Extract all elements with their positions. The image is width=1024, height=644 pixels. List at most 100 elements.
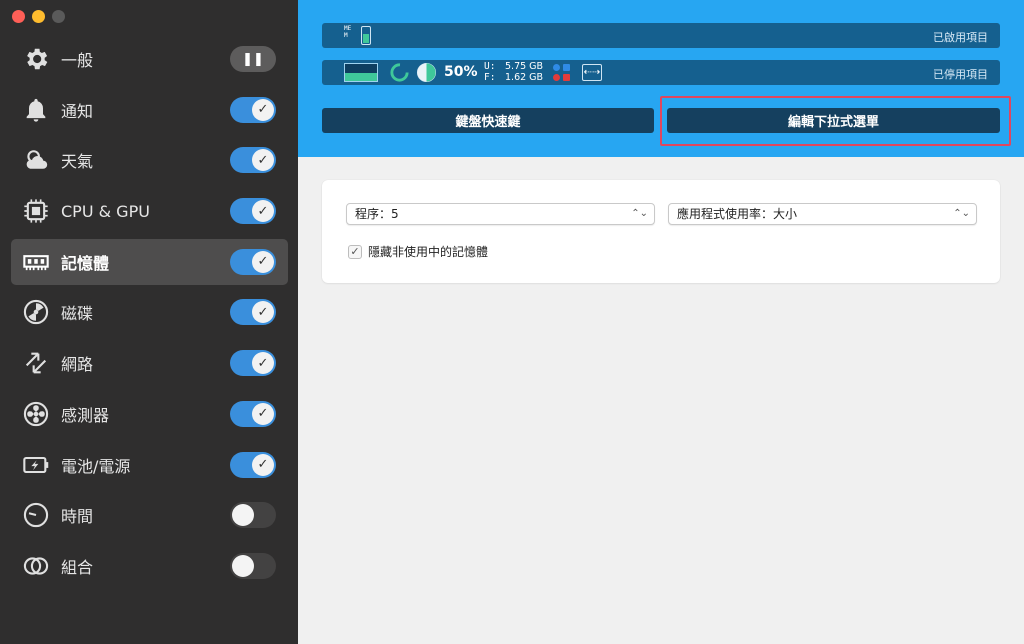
sidebar-item-label: CPU & GPU xyxy=(61,201,150,221)
toggle-knob xyxy=(232,554,254,577)
check-icon: ✓ xyxy=(252,98,274,121)
sidebar-item-label: 記憶體 xyxy=(61,253,110,273)
battery-toggle[interactable]: ✓ xyxy=(230,451,276,478)
sensors-toggle[interactable]: ✓ xyxy=(230,400,276,427)
keyboard-shortcuts-button[interactable]: 鍵盤快速鍵 xyxy=(322,108,654,133)
highlight-box xyxy=(660,96,1011,146)
sidebar-item-label: 電池/電源 xyxy=(61,456,131,476)
pressure-dots-icon[interactable] xyxy=(552,63,572,82)
hide-inactive-memory-checkbox[interactable]: ✓ xyxy=(348,244,362,259)
sidebar-item-network[interactable]: 網路 ✓ xyxy=(11,340,288,386)
battery-icon xyxy=(22,451,50,479)
red-dot-icon xyxy=(553,74,560,81)
memory-graph-icon[interactable] xyxy=(344,63,378,82)
used-value: 5.75 GB xyxy=(505,61,544,72)
sidebar-item-cpu-gpu[interactable]: CPU & GPU ✓ xyxy=(11,188,288,234)
disabled-items-label: 已停用項目 xyxy=(933,68,988,81)
select-arrows-icon: ⌃⌄ xyxy=(631,208,648,219)
memory-settings-card: 程序：5 ⌃⌄ 應用程式使用率：大小 ⌃⌄ ✓ 隱藏非使用中的記憶體 xyxy=(322,180,1000,283)
memory-toggle[interactable]: ✓ xyxy=(230,248,276,275)
memory-percent[interactable]: 50% xyxy=(444,64,478,80)
toggle-knob xyxy=(232,504,254,527)
memory-gauge-icon[interactable] xyxy=(361,26,371,45)
cpu-gpu-toggle[interactable]: ✓ xyxy=(230,198,276,225)
sidebar-item-label: 一般 xyxy=(61,51,94,70)
disk-toggle[interactable]: ✓ xyxy=(230,299,276,326)
minimize-window-button[interactable] xyxy=(32,10,45,23)
app-usage-select[interactable]: 應用程式使用率：大小 ⌃⌄ xyxy=(668,203,977,225)
network-toggle[interactable]: ✓ xyxy=(230,350,276,377)
sidebar-item-notifications[interactable]: 通知 ✓ xyxy=(11,87,288,133)
check-icon: ✓ xyxy=(252,402,274,425)
sidebar-item-sensors[interactable]: 感測器 ✓ xyxy=(11,391,288,437)
sidebar-item-time[interactable]: 時間 xyxy=(11,492,288,538)
processes-select[interactable]: 程序：5 ⌃⌄ xyxy=(346,203,655,225)
used-free-labels: U: F: xyxy=(484,61,496,83)
notifications-toggle[interactable]: ✓ xyxy=(230,96,276,123)
cpu-icon xyxy=(22,197,50,225)
sidebar-item-disk[interactable]: 磁碟 ✓ xyxy=(11,289,288,335)
check-icon: ✓ xyxy=(252,352,274,375)
sidebar-item-label: 天氣 xyxy=(61,152,94,172)
enabled-items-bar[interactable]: MEM 已啟用項目 xyxy=(322,23,1000,48)
menubar-preview-area: MEM 已啟用項目 50% U: F: 5.75 GB 1.62 GB ⇠⇢ 已… xyxy=(298,0,1024,157)
sidebar-nav: 一般 ❚❚ 通知 ✓ 天氣 ✓ CPU & GPU ✓ 記憶體 ✓ 磁碟 ✓ 網… xyxy=(11,36,288,594)
check-icon: ✓ xyxy=(252,149,274,172)
sidebar: 一般 ❚❚ 通知 ✓ 天氣 ✓ CPU & GPU ✓ 記憶體 ✓ 磁碟 ✓ 網… xyxy=(0,0,298,644)
check-icon: ✓ xyxy=(252,250,274,273)
red-triangle-icon xyxy=(563,74,570,81)
sidebar-item-memory[interactable]: 記憶體 ✓ xyxy=(11,238,288,285)
memory-pie-icon[interactable] xyxy=(416,62,437,83)
sidebar-item-weather[interactable]: 天氣 ✓ xyxy=(11,137,288,183)
free-label: F: xyxy=(484,71,496,83)
sidebar-item-label: 組合 xyxy=(61,557,94,577)
sidebar-item-label: 感測器 xyxy=(61,405,110,425)
zoom-window-button[interactable] xyxy=(52,10,65,23)
memory-gauge-fill xyxy=(363,33,369,43)
fan-icon xyxy=(22,400,50,428)
sidebar-item-combined[interactable]: 組合 xyxy=(11,543,288,589)
hide-inactive-memory-label: 隱藏非使用中的記憶體 xyxy=(368,245,489,259)
time-toggle[interactable] xyxy=(230,502,276,529)
weather-toggle[interactable]: ✓ xyxy=(230,147,276,174)
sidebar-item-general[interactable]: 一般 ❚❚ xyxy=(11,36,288,82)
main-panel: MEM 已啟用項目 50% U: F: 5.75 GB 1.62 GB ⇠⇢ 已… xyxy=(298,0,1024,644)
blue-triangle-icon xyxy=(563,64,570,71)
gear-icon xyxy=(22,45,50,73)
memory-ring-icon[interactable] xyxy=(389,62,410,83)
bell-icon xyxy=(22,96,50,124)
combined-toggle[interactable] xyxy=(230,552,276,579)
pause-icon: ❚❚ xyxy=(242,51,264,67)
network-icon xyxy=(22,349,50,377)
hide-inactive-memory-row[interactable]: ✓ 隱藏非使用中的記憶體 xyxy=(348,243,488,260)
memory-graph-fill xyxy=(345,73,377,81)
general-pause-toggle[interactable]: ❚❚ xyxy=(230,46,276,72)
sidebar-item-label: 通知 xyxy=(61,101,94,121)
clock-icon xyxy=(22,501,50,529)
disabled-items-bar[interactable]: 50% U: F: 5.75 GB 1.62 GB ⇠⇢ 已停用項目 xyxy=(322,60,1000,85)
window-controls xyxy=(12,10,65,23)
check-icon: ✓ xyxy=(252,200,274,223)
free-value: 1.62 GB xyxy=(505,71,544,83)
sidebar-item-label: 網路 xyxy=(61,355,94,375)
used-label: U: xyxy=(484,61,496,72)
sidebar-item-battery[interactable]: 電池/電源 ✓ xyxy=(11,442,288,488)
swap-arrows-icon[interactable]: ⇠⇢ xyxy=(582,64,602,81)
memory-icon xyxy=(22,248,50,276)
check-icon: ✓ xyxy=(252,301,274,324)
blue-dot-icon xyxy=(553,64,560,71)
select-arrows-icon: ⌃⌄ xyxy=(953,208,970,219)
sidebar-item-label: 時間 xyxy=(61,507,94,527)
enabled-items-label: 已啟用項目 xyxy=(933,31,988,44)
used-free-values[interactable]: 5.75 GB 1.62 GB xyxy=(505,61,544,83)
sidebar-item-label: 磁碟 xyxy=(61,304,94,324)
app-usage-select-value: 應用程式使用率：大小 xyxy=(677,207,798,221)
disk-icon xyxy=(22,298,50,326)
check-icon: ✓ xyxy=(252,453,274,476)
check-icon: ✓ xyxy=(350,245,360,258)
combine-icon xyxy=(22,552,50,580)
close-window-button[interactable] xyxy=(12,10,25,23)
processes-select-value: 程序：5 xyxy=(355,207,399,221)
mem-text-label: MEM xyxy=(344,25,352,39)
weather-icon xyxy=(22,146,50,174)
